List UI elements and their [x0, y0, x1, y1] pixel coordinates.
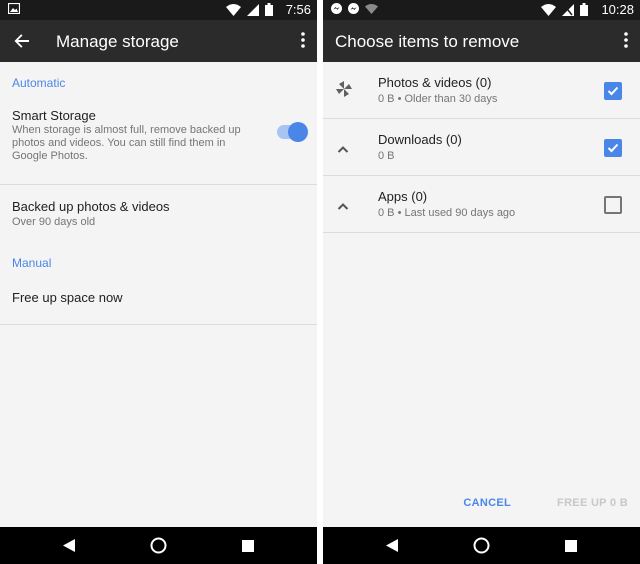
nav-bar — [0, 527, 317, 564]
app-bar: Manage storage — [0, 20, 317, 62]
choose-items-screen: 10:28 Choose items to remove Photos & vi… — [323, 0, 640, 564]
no-signal-icon — [562, 3, 574, 16]
chevron-up-icon[interactable] — [337, 197, 349, 215]
pinwheel-icon — [335, 80, 353, 103]
downloads-item-title: Downloads (0) — [378, 132, 462, 147]
app-bar: Choose items to remove — [323, 20, 640, 62]
free-up-space-label: Free up space now — [12, 290, 123, 305]
recents-nav-icon[interactable] — [242, 539, 254, 557]
messenger-notification-icon — [331, 3, 342, 14]
remove-item-photos[interactable]: Photos & videos (0) 0 B • Older than 30 … — [323, 62, 640, 119]
smart-storage-item[interactable]: Smart Storage When storage is almost ful… — [0, 108, 317, 185]
wifi-icon — [226, 3, 241, 16]
remove-item-apps[interactable]: Apps (0) 0 B • Last used 90 days ago — [323, 176, 640, 233]
smart-storage-toggle[interactable] — [277, 122, 308, 142]
status-time: 10:28 — [601, 2, 634, 17]
free-up-button[interactable]: FREE UP 0 B — [557, 497, 628, 509]
cancel-button[interactable]: CANCEL — [463, 497, 511, 509]
signal-icon — [247, 3, 259, 16]
apps-item-title: Apps (0) — [378, 189, 428, 204]
section-header-manual: Manual — [12, 256, 52, 270]
backed-up-item[interactable]: Backed up photos & videos Over 90 days o… — [0, 185, 317, 244]
chat-notification-icon — [348, 3, 359, 14]
back-nav-icon[interactable] — [63, 539, 75, 557]
battery-icon — [580, 3, 588, 16]
section-header-automatic: Automatic — [12, 76, 66, 90]
page-title: Choose items to remove — [335, 32, 520, 51]
image-notification-icon — [8, 3, 20, 14]
more-vert-icon[interactable] — [301, 31, 305, 54]
downloads-item-subtitle: 0 B — [378, 150, 395, 162]
smart-storage-title: Smart Storage — [12, 108, 96, 123]
backed-up-subtitle: Over 90 days old — [12, 216, 96, 228]
manage-storage-screen: 7:56 Manage storage Automatic Smart Stor… — [0, 0, 317, 564]
battery-icon — [265, 3, 273, 16]
apps-item-subtitle: 0 B • Last used 90 days ago — [378, 207, 516, 219]
downloads-checkbox[interactable] — [604, 139, 622, 157]
remove-item-downloads[interactable]: Downloads (0) 0 B — [323, 119, 640, 176]
photos-item-title: Photos & videos (0) — [378, 75, 492, 90]
back-arrow-icon[interactable] — [12, 31, 32, 56]
wifi-notification-icon — [365, 3, 378, 14]
status-time: 7:56 — [285, 2, 311, 17]
recents-nav-icon[interactable] — [565, 539, 577, 557]
photos-item-subtitle: 0 B • Older than 30 days — [378, 93, 498, 105]
status-bar: 7:56 — [0, 0, 317, 20]
home-nav-icon[interactable] — [150, 537, 167, 559]
smart-storage-description: When storage is almost full, remove back… — [12, 124, 241, 162]
free-up-space-item[interactable]: Free up space now — [0, 270, 317, 325]
home-nav-icon[interactable] — [473, 537, 490, 559]
chevron-up-icon[interactable] — [337, 140, 349, 158]
more-vert-icon[interactable] — [624, 31, 628, 54]
photos-checkbox[interactable] — [604, 82, 622, 100]
dialog-actions: CANCEL FREE UP 0 B — [463, 497, 628, 509]
backed-up-title: Backed up photos & videos — [12, 199, 170, 214]
wifi-icon — [541, 3, 556, 16]
apps-checkbox[interactable] — [604, 196, 622, 214]
toggle-knob — [288, 122, 308, 142]
page-title: Manage storage — [56, 32, 179, 51]
back-nav-icon[interactable] — [386, 539, 398, 557]
nav-bar — [323, 527, 640, 564]
status-bar: 10:28 — [323, 0, 640, 20]
